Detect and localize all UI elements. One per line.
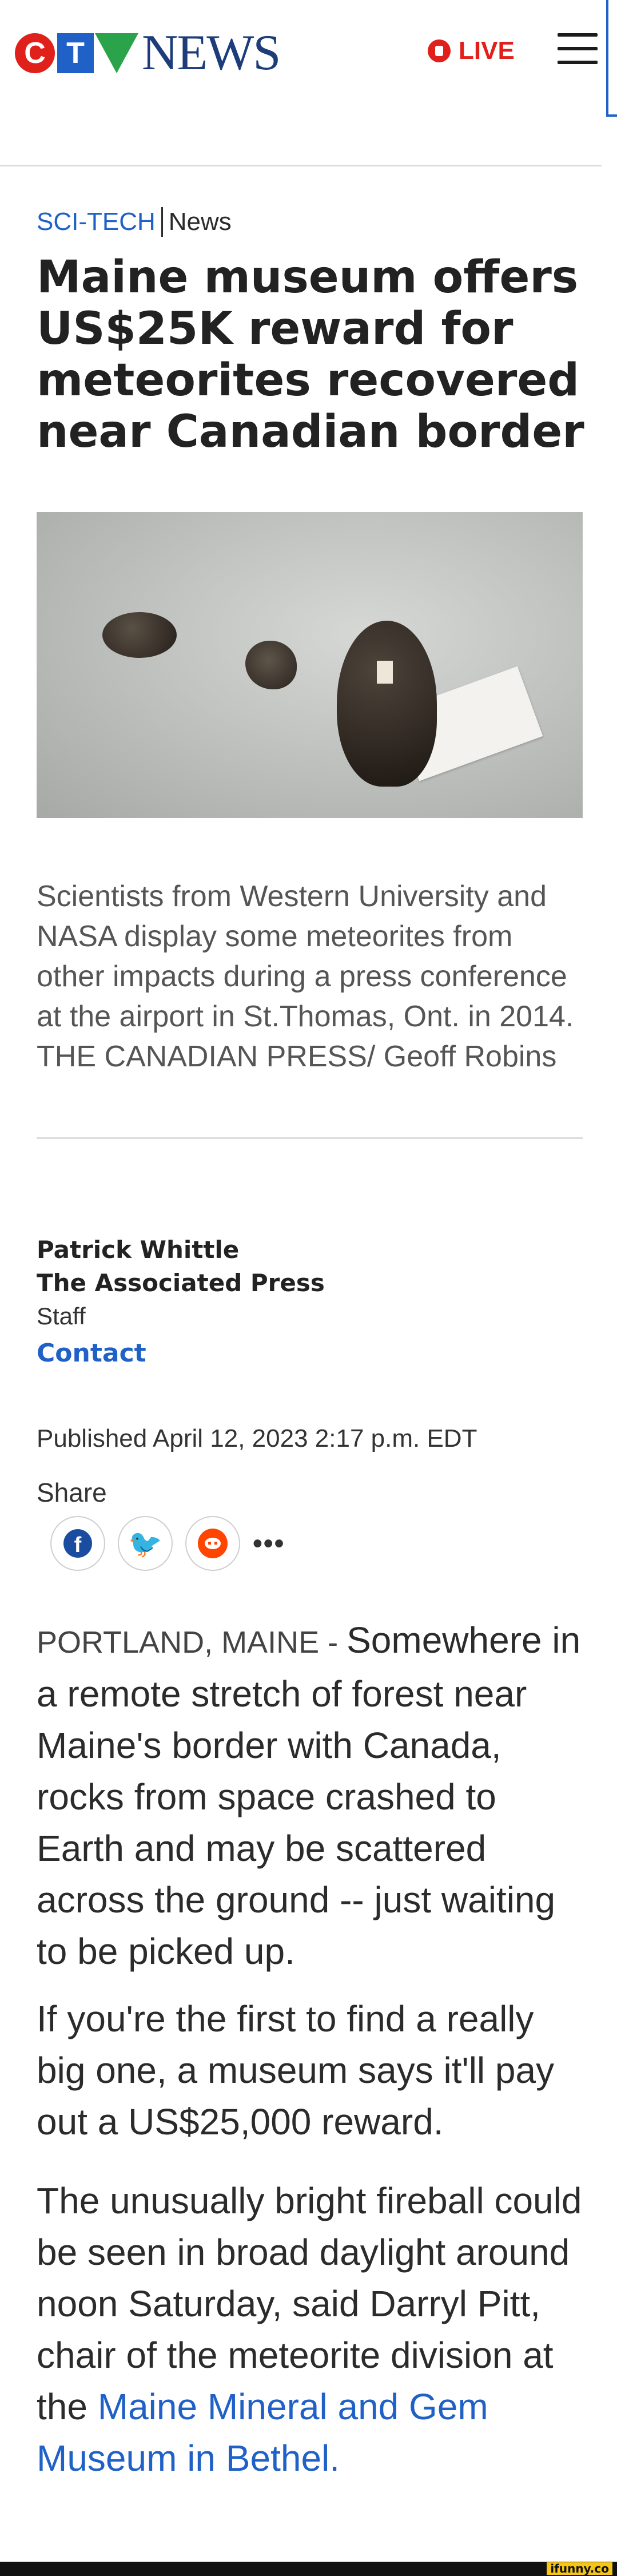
live-label: LIVE xyxy=(459,37,515,65)
share-label: Share xyxy=(37,1478,107,1507)
breadcrumb-divider xyxy=(161,207,163,237)
logo-letter-t: T xyxy=(57,33,94,73)
caption-divider xyxy=(37,1137,583,1139)
edge-decoration xyxy=(606,0,617,117)
author-name: Patrick Whittle xyxy=(37,1236,240,1264)
specimen-tag xyxy=(377,661,393,684)
live-icon xyxy=(428,39,451,62)
dateline: PORTLAND, MAINE - xyxy=(37,1625,347,1660)
ctv-news-logo[interactable]: C T NEWS xyxy=(15,25,281,81)
museum-link[interactable]: Maine Mineral and Gem Museum in Bethel. xyxy=(37,2386,488,2479)
logo-letter-v-shape xyxy=(95,33,138,73)
reddit-share-button[interactable] xyxy=(185,1516,240,1571)
facebook-icon: f xyxy=(63,1529,92,1558)
logo-news-text: NEWS xyxy=(142,25,281,81)
hamburger-menu-icon[interactable] xyxy=(558,33,598,66)
article-paragraph-3: The unusually bright fireball could be s… xyxy=(37,2175,586,2484)
author-organization: The Associated Press xyxy=(37,1269,325,1297)
footer-bar xyxy=(0,2562,617,2576)
reddit-icon xyxy=(198,1529,228,1558)
published-timestamp: Published April 12, 2023 2:17 p.m. EDT xyxy=(37,1424,477,1452)
twitter-share-button[interactable]: 🐦 xyxy=(118,1516,173,1571)
breadcrumb-category: News xyxy=(168,208,232,236)
site-header: C T NEWS LIVE xyxy=(0,0,602,166)
article-paragraph-1: PORTLAND, MAINE - Somewhere in a remote … xyxy=(37,1614,586,1977)
breadcrumb-section-link[interactable]: SCI-TECH xyxy=(37,208,156,236)
ifunny-watermark: ifunny.co xyxy=(547,2562,612,2575)
article-headline: Maine museum offers US$25K reward for me… xyxy=(37,252,584,458)
paragraph-1-text: Somewhere in a remote stretch of forest … xyxy=(37,1620,581,1972)
meteorite-small xyxy=(102,612,177,658)
logo-letter-c: C xyxy=(15,33,55,73)
author-block: Patrick Whittle The Associated Press Sta… xyxy=(37,1233,325,1333)
photo-caption: Scientists from Western University and N… xyxy=(37,880,574,1073)
facebook-share-button[interactable]: f xyxy=(50,1516,105,1571)
live-button[interactable]: LIVE xyxy=(428,37,515,65)
article-photo[interactable] xyxy=(37,512,583,818)
contact-link[interactable]: Contact xyxy=(37,1339,146,1368)
share-buttons: f 🐦 ••• xyxy=(50,1516,285,1571)
author-role: Staff xyxy=(37,1303,86,1329)
breadcrumb: SCI-TECH News xyxy=(37,207,232,237)
meteorite-large xyxy=(337,621,437,787)
more-options-icon[interactable]: ••• xyxy=(253,1528,285,1559)
meteorite-medium xyxy=(245,641,297,689)
twitter-icon: 🐦 xyxy=(128,1529,162,1559)
article-paragraph-2: If you're the first to find a really big… xyxy=(37,1998,555,2142)
